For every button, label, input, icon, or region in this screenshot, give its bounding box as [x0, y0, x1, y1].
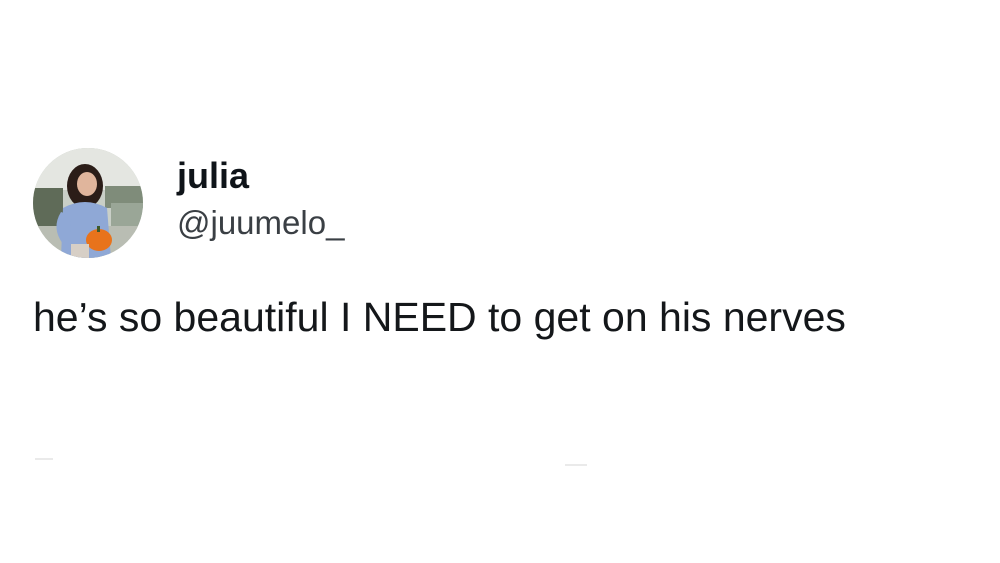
tweet-card: julia @juumelo_ he’s so beautiful I NEED… — [33, 148, 973, 346]
divider — [35, 458, 53, 460]
author-names: julia @juumelo_ — [177, 156, 344, 244]
tweet-header: julia @juumelo_ — [33, 148, 973, 258]
author-display-name[interactable]: julia — [177, 156, 344, 196]
divider — [565, 464, 587, 466]
avatar[interactable] — [33, 148, 143, 258]
tweet-text: he’s so beautiful I NEED to get on his n… — [33, 294, 846, 340]
profile-photo-icon — [33, 148, 143, 258]
screenshot-page: julia @juumelo_ he’s so beautiful I NEED… — [0, 0, 1000, 563]
author-handle[interactable]: @juumelo_ — [177, 202, 344, 244]
